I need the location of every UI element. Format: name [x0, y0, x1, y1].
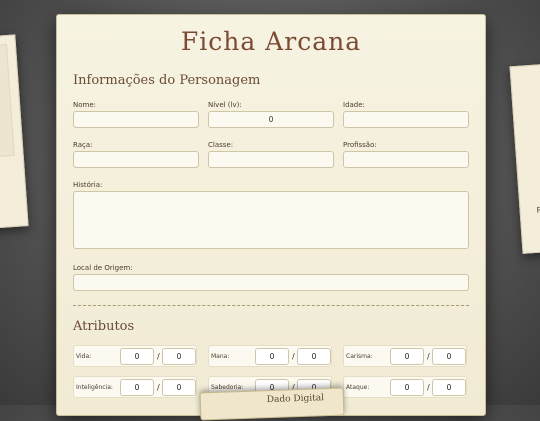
class-input[interactable] — [208, 151, 334, 168]
origin-input[interactable] — [73, 274, 469, 291]
attribute-label: Sabedoria: — [211, 384, 244, 391]
race-label: Raça: — [73, 141, 93, 149]
attribute-current-input[interactable]: 0 — [120, 379, 154, 396]
attribute-inteligencia: Inteligência: 0 / 0 — [73, 376, 197, 398]
history-label: História: — [73, 181, 103, 189]
attribute-max-input[interactable]: 0 — [432, 348, 466, 365]
attribute-current-input[interactable]: 0 — [120, 348, 154, 365]
attribute-mana: Mana: 0 / 0 — [208, 345, 332, 367]
attribute-current-input[interactable]: 0 — [390, 348, 424, 365]
attribute-label: Vida: — [76, 353, 92, 360]
left-side-card — [0, 34, 29, 230]
history-textarea[interactable] — [73, 191, 469, 249]
left-card-panel — [0, 44, 15, 159]
dice-card[interactable]: Dado Digital — [199, 387, 345, 421]
attribute-max-input[interactable]: 0 — [162, 348, 196, 365]
attribute-current-input[interactable]: 0 — [255, 348, 289, 365]
origin-label: Local de Origem: — [73, 264, 133, 272]
section-divider — [73, 305, 469, 306]
sheet-title: Ficha Arcana — [180, 27, 362, 56]
profession-input[interactable] — [343, 151, 469, 168]
name-input[interactable] — [73, 111, 199, 128]
right-side-card: Re — [509, 62, 540, 254]
age-label: Idade: — [343, 101, 365, 109]
attribute-separator: / — [157, 383, 160, 392]
attribute-label: Mana: — [211, 353, 230, 360]
level-input[interactable]: 0 — [208, 111, 334, 128]
age-input[interactable] — [343, 111, 469, 128]
attribute-vida: Vida: 0 / 0 — [73, 345, 197, 367]
attribute-max-input[interactable]: 0 — [432, 379, 466, 396]
attribute-label: Inteligência: — [76, 384, 113, 391]
attribute-separator: / — [427, 352, 430, 361]
attribute-label: Ataque: — [346, 384, 370, 391]
attributes-heading: Atributos — [73, 319, 135, 334]
name-label: Nome: — [73, 101, 97, 109]
attribute-max-input[interactable]: 0 — [297, 348, 331, 365]
dice-card-label: Dado Digital — [266, 393, 325, 406]
attribute-label: Carisma: — [346, 353, 373, 360]
attribute-max-input[interactable]: 0 — [162, 379, 196, 396]
level-label: Nível (lv): — [208, 101, 242, 109]
attribute-separator: / — [157, 352, 160, 361]
attribute-carisma: Carisma: 0 / 0 — [343, 345, 467, 367]
attribute-separator: / — [427, 383, 430, 392]
right-card-text: Re — [536, 205, 540, 215]
character-sheet: Ficha Arcana Informações do Personagem N… — [56, 14, 486, 416]
race-input[interactable] — [73, 151, 199, 168]
class-label: Classe: — [208, 141, 234, 149]
attribute-separator: / — [292, 352, 295, 361]
profession-label: Profissão: — [343, 141, 377, 149]
attribute-ataque: Ataque: 0 / 0 — [343, 376, 467, 398]
character-info-heading: Informações do Personagem — [73, 73, 261, 88]
attribute-current-input[interactable]: 0 — [390, 379, 424, 396]
